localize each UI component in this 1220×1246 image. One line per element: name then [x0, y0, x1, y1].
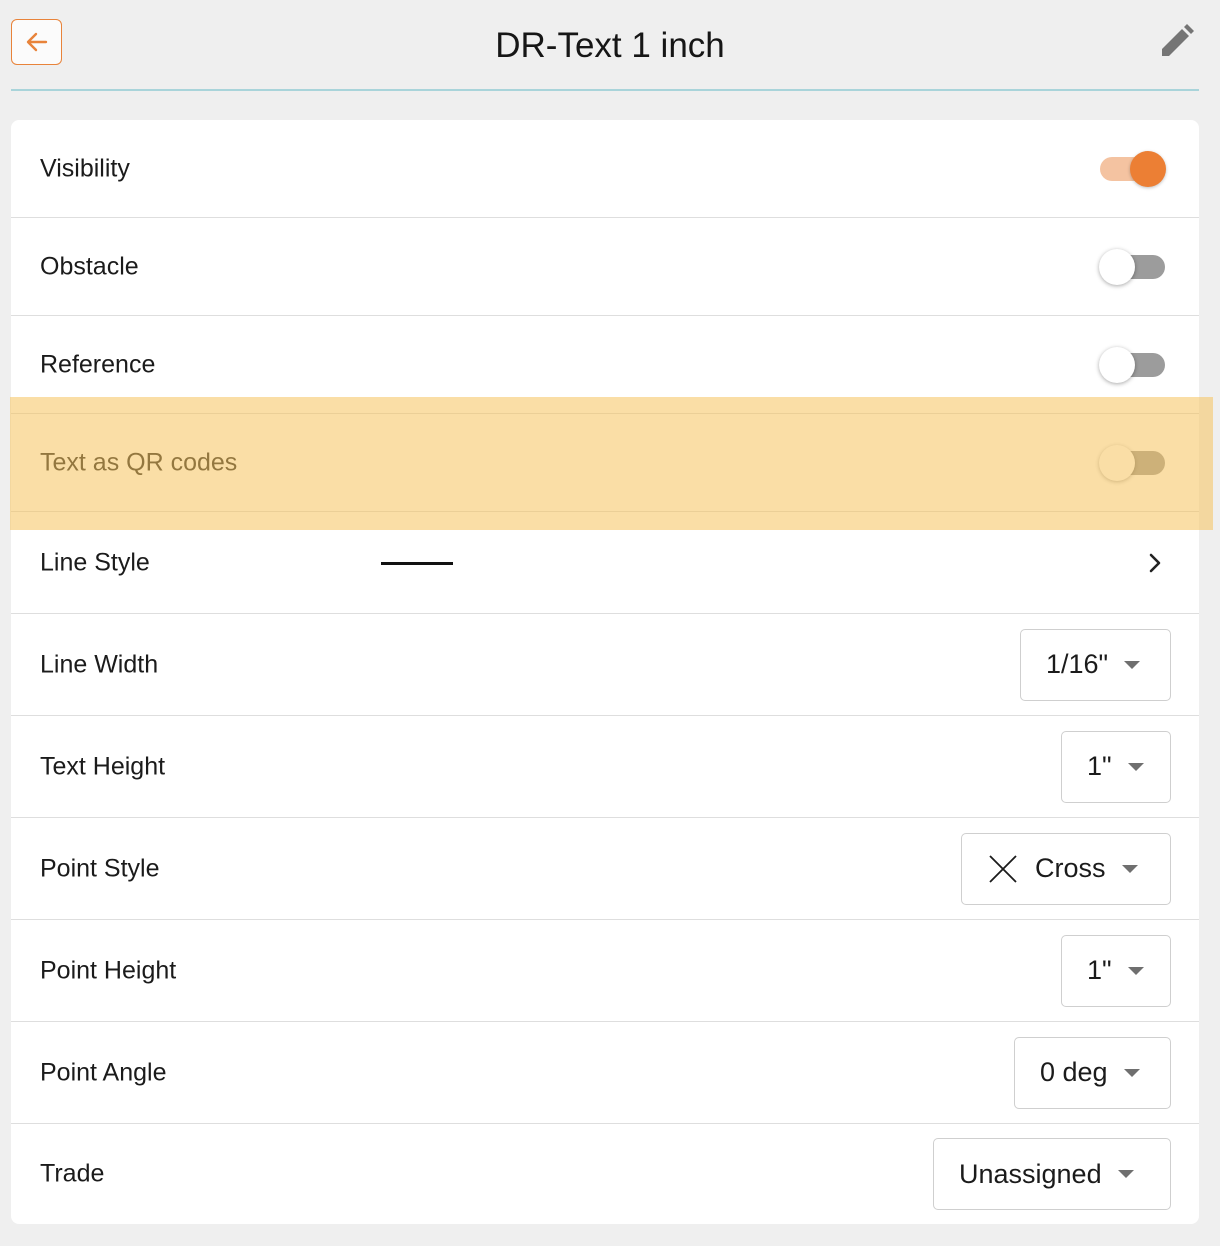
line-width-dropdown[interactable]: 1/16"	[1020, 628, 1171, 701]
point-style-dropdown[interactable]: Cross	[961, 832, 1171, 905]
layer-settings-page: DR-Text 1 inch Visibility Obstacle Refer…	[0, 0, 1220, 1246]
visibility-toggle[interactable]	[1099, 150, 1169, 188]
caret-down-icon	[1121, 864, 1138, 873]
line-width-value: 1/16"	[1046, 649, 1109, 679]
toggle-knob	[1099, 346, 1135, 383]
caret-down-icon	[1117, 1170, 1134, 1178]
point-angle-value: 0 deg	[1040, 1057, 1108, 1087]
row-point-angle: Point Angle 0 deg	[11, 1022, 1199, 1124]
trade-label: Trade	[40, 1159, 105, 1188]
text-height-value: 1"	[1087, 751, 1112, 781]
reference-toggle[interactable]	[1099, 346, 1169, 384]
reference-label: Reference	[40, 350, 156, 378]
qr-codes-toggle[interactable]	[1099, 444, 1169, 482]
page-title: DR-Text 1 inch	[495, 26, 725, 65]
point-angle-label: Point Angle	[40, 1058, 167, 1086]
cross-icon	[989, 854, 1017, 883]
trade-value: Unassigned	[959, 1158, 1102, 1189]
text-height-dropdown[interactable]: 1"	[1061, 730, 1171, 803]
obstacle-label: Obstacle	[40, 252, 139, 280]
settings-card: Visibility Obstacle Reference Text as QR…	[11, 120, 1199, 1224]
toggle-knob	[1099, 248, 1135, 285]
caret-down-icon	[1124, 660, 1141, 669]
chevron-right-icon	[1149, 553, 1161, 572]
row-obstacle: Obstacle	[11, 218, 1199, 316]
toggle-knob	[1130, 150, 1166, 187]
row-line-style[interactable]: Line Style	[11, 512, 1199, 614]
point-height-dropdown[interactable]: 1"	[1061, 934, 1171, 1007]
row-qr-codes: Text as QR codes	[11, 414, 1199, 512]
point-style-label: Point Style	[40, 854, 160, 882]
row-line-width: Line Width 1/16"	[11, 614, 1199, 716]
qr-codes-label: Text as QR codes	[40, 448, 238, 476]
header: DR-Text 1 inch	[0, 0, 1220, 92]
row-reference: Reference	[11, 316, 1199, 414]
line-style-label: Line Style	[40, 548, 150, 576]
header-divider	[11, 89, 1199, 91]
row-point-height: Point Height 1"	[11, 920, 1199, 1022]
caret-down-icon	[1123, 1068, 1140, 1077]
trade-dropdown[interactable]: Unassigned	[933, 1138, 1171, 1210]
row-text-height: Text Height 1"	[11, 716, 1199, 818]
caret-down-icon	[1127, 762, 1144, 771]
edit-button[interactable]	[1158, 24, 1196, 60]
solid-line-preview	[381, 561, 453, 565]
toggle-knob	[1099, 444, 1135, 481]
point-style-value: Cross	[1035, 853, 1106, 883]
line-width-label: Line Width	[40, 650, 159, 678]
point-angle-dropdown[interactable]: 0 deg	[1014, 1036, 1171, 1109]
obstacle-toggle[interactable]	[1099, 248, 1169, 286]
pencil-icon	[1162, 24, 1194, 56]
caret-down-icon	[1127, 966, 1144, 975]
point-height-label: Point Height	[40, 956, 177, 984]
row-trade: Trade Unassigned	[11, 1124, 1199, 1224]
point-height-value: 1"	[1087, 955, 1112, 985]
row-visibility: Visibility	[11, 120, 1199, 218]
visibility-label: Visibility	[40, 154, 130, 182]
text-height-label: Text Height	[40, 752, 166, 780]
row-point-style: Point Style Cross	[11, 818, 1199, 920]
